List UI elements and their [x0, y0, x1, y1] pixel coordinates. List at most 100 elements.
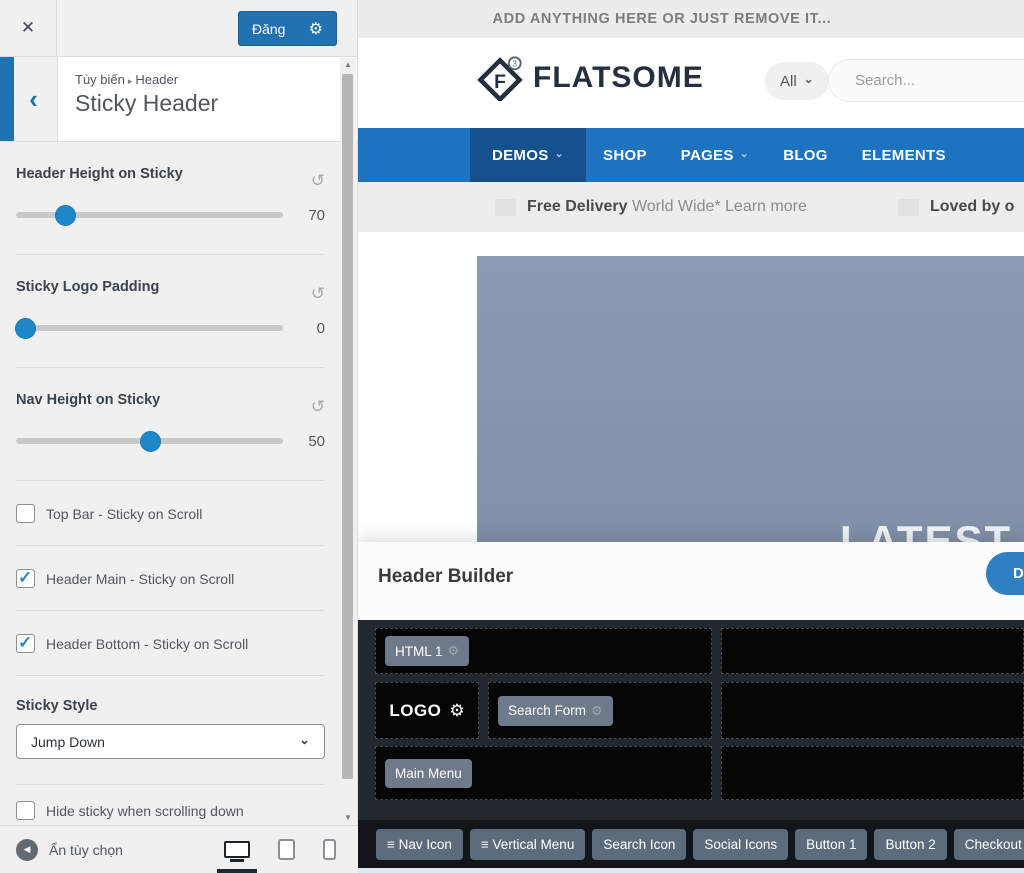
reset-icon[interactable]: ↺ — [311, 398, 325, 415]
device-mobile-button[interactable] — [323, 837, 336, 863]
chevron-left-icon: ‹ — [19, 86, 38, 112]
site-logo-text: FLATSOME — [533, 61, 704, 95]
info-strip: Free Delivery World Wide* Learn more Lov… — [358, 182, 1024, 232]
checkbox-top-bar-sticky[interactable]: ✓ Top Bar - Sticky on Scroll — [0, 481, 341, 545]
logo-padding-slider[interactable] — [16, 318, 283, 338]
builder-device-button[interactable]: Des — [986, 552, 1024, 595]
breadcrumb-section[interactable]: Header — [135, 72, 178, 87]
reset-icon[interactable]: ↺ — [311, 172, 325, 189]
builder-element-html1[interactable]: HTML 1 ⚙ — [385, 636, 469, 666]
collapse-arrow-icon: ◀ — [16, 839, 38, 861]
sidebar-scrollbar[interactable]: ▲ ▼ — [340, 58, 356, 825]
scroll-down-icon[interactable]: ▼ — [340, 811, 356, 825]
page-title: Sticky Header — [75, 90, 218, 117]
scrollbar-thumb[interactable] — [342, 74, 353, 779]
gear-icon[interactable]: ⚙ — [448, 643, 460, 659]
hide-controls-button[interactable]: ◀ Ẩn tùy chọn — [16, 839, 123, 861]
control-label: Header Height on Sticky — [16, 166, 183, 182]
toolbar-element-search-icon[interactable]: Search Icon — [592, 829, 686, 860]
chevron-down-icon: ⌄ — [299, 732, 310, 748]
checkbox[interactable]: ✓ — [16, 569, 35, 588]
builder-row-top-right[interactable] — [721, 628, 1024, 674]
nav-item-shop[interactable]: SHOP — [586, 128, 664, 182]
search-category-dropdown[interactable]: All ⌄ — [765, 62, 829, 100]
checkbox-label: Header Main - Sticky on Scroll — [46, 571, 234, 587]
builder-row-main-right[interactable] — [721, 682, 1024, 739]
builder-row-top[interactable]: HTML 1 ⚙ — [375, 628, 712, 674]
check-icon: ✓ — [18, 633, 32, 653]
tablet-icon — [278, 839, 295, 860]
chevron-down-icon: ⌄ — [555, 147, 565, 160]
toolbar-element-button1[interactable]: Button 1 — [795, 829, 867, 860]
checkbox-header-main-sticky[interactable]: ✓ Header Main - Sticky on Scroll — [0, 546, 341, 610]
nav-height-slider[interactable] — [16, 431, 283, 451]
nav-item-elements[interactable]: ELEMENTS — [845, 128, 963, 182]
gear-icon[interactable]: ⚙ — [449, 701, 464, 721]
publish-button[interactable]: Đăng ⚙ — [238, 11, 337, 46]
back-button[interactable]: ‹ — [0, 57, 58, 141]
controls-list: Header Height on Sticky ↺ 70 Sticky Logo… — [0, 142, 341, 825]
search-input[interactable]: Search... — [828, 59, 1024, 102]
info-strip-item-loved: Loved by o — [898, 182, 1014, 232]
checkbox[interactable]: ✓ — [16, 801, 35, 820]
control-nav-height: Nav Height on Sticky ↺ 50 — [0, 368, 341, 480]
checkbox-label: Header Bottom - Sticky on Scroll — [46, 636, 248, 652]
nav-item-demos[interactable]: DEMOS⌄ — [470, 128, 586, 182]
builder-element-search-form[interactable]: Search Form ⚙ — [498, 696, 613, 726]
svg-text:3: 3 — [512, 60, 517, 69]
select-value: Jump Down — [31, 734, 105, 750]
toolbar-element-social-icons[interactable]: Social Icons — [693, 829, 788, 860]
builder-row-bottom[interactable]: Main Menu — [375, 746, 712, 800]
builder-row-bottom-right[interactable] — [721, 746, 1024, 800]
close-icon[interactable]: ✕ — [0, 0, 57, 56]
gear-icon[interactable]: ⚙ — [591, 703, 603, 719]
device-desktop-button[interactable] — [224, 837, 250, 863]
gear-icon[interactable]: ⚙ — [309, 19, 323, 39]
builder-element-main-menu[interactable]: Main Menu — [385, 759, 472, 788]
checkbox-label: Top Bar - Sticky on Scroll — [46, 506, 202, 522]
control-header-height: Header Height on Sticky ↺ 70 — [0, 142, 341, 254]
page-content-edge — [358, 868, 1024, 873]
control-logo-padding: Sticky Logo Padding ↺ 0 — [0, 255, 341, 367]
search-placeholder: Search... — [855, 72, 915, 89]
scroll-up-icon[interactable]: ▲ — [340, 58, 356, 72]
toolbar-element-vertical-menu[interactable]: ≡ Vertical Menu — [470, 829, 585, 860]
hide-controls-label: Ẩn tùy chọn — [49, 842, 123, 858]
mobile-icon — [323, 839, 336, 860]
section-title-block: Tùy biến▸Header Sticky Header — [58, 57, 218, 141]
toolbar-element-button2[interactable]: Button 2 — [874, 829, 946, 860]
checkbox[interactable]: ✓ — [16, 504, 35, 523]
chevron-down-icon: ⌄ — [804, 72, 814, 86]
svg-text:F: F — [494, 72, 506, 93]
hero-banner-image: LATEST — [477, 256, 1024, 542]
search-category-value: All — [780, 73, 797, 90]
toolbar-element-checkout[interactable]: Checkout — [954, 829, 1024, 860]
breadcrumb-root[interactable]: Tùy biến — [75, 72, 125, 87]
site-header: F 3 FLATSOME All ⌄ Search... — [358, 38, 1024, 128]
checkbox-hide-sticky-scroll-down[interactable]: ✓ Hide sticky when scrolling down — [0, 785, 341, 825]
header-builder-title: Header Builder — [378, 566, 513, 588]
checkbox-label: Hide sticky when scrolling down — [46, 803, 244, 819]
nav-item-blog[interactable]: BLOG — [766, 128, 845, 182]
header-height-slider[interactable] — [16, 205, 283, 225]
device-tablet-button[interactable] — [278, 837, 295, 863]
reset-icon[interactable]: ↺ — [311, 285, 325, 302]
control-label: Nav Height on Sticky — [16, 392, 160, 408]
builder-element-logo[interactable]: LOGO ⚙ — [375, 682, 479, 739]
builder-row-main: LOGO ⚙ Search Form ⚙ — [375, 682, 712, 739]
checkbox[interactable]: ✓ — [16, 634, 35, 653]
nav-item-pages[interactable]: PAGES⌄ — [664, 128, 766, 182]
sticky-style-select[interactable]: Jump Down ⌄ — [16, 724, 325, 759]
slider-thumb[interactable] — [15, 318, 36, 339]
sidebar-footer: ◀ Ẩn tùy chọn — [0, 825, 358, 873]
checkbox-header-bottom-sticky[interactable]: ✓ Header Bottom - Sticky on Scroll — [0, 611, 341, 675]
builder-row-main-center[interactable]: Search Form ⚙ — [488, 682, 712, 739]
slider-thumb[interactable] — [140, 431, 161, 452]
chevron-down-icon: ⌄ — [740, 147, 750, 160]
site-logo[interactable]: F 3 FLATSOME — [477, 55, 704, 101]
placeholder-icon — [898, 199, 919, 216]
toolbar-element-nav-icon[interactable]: ≡ Nav Icon — [376, 829, 463, 860]
slider-thumb[interactable] — [55, 205, 76, 226]
slider-value: 0 — [299, 320, 325, 337]
desktop-icon — [224, 841, 250, 858]
